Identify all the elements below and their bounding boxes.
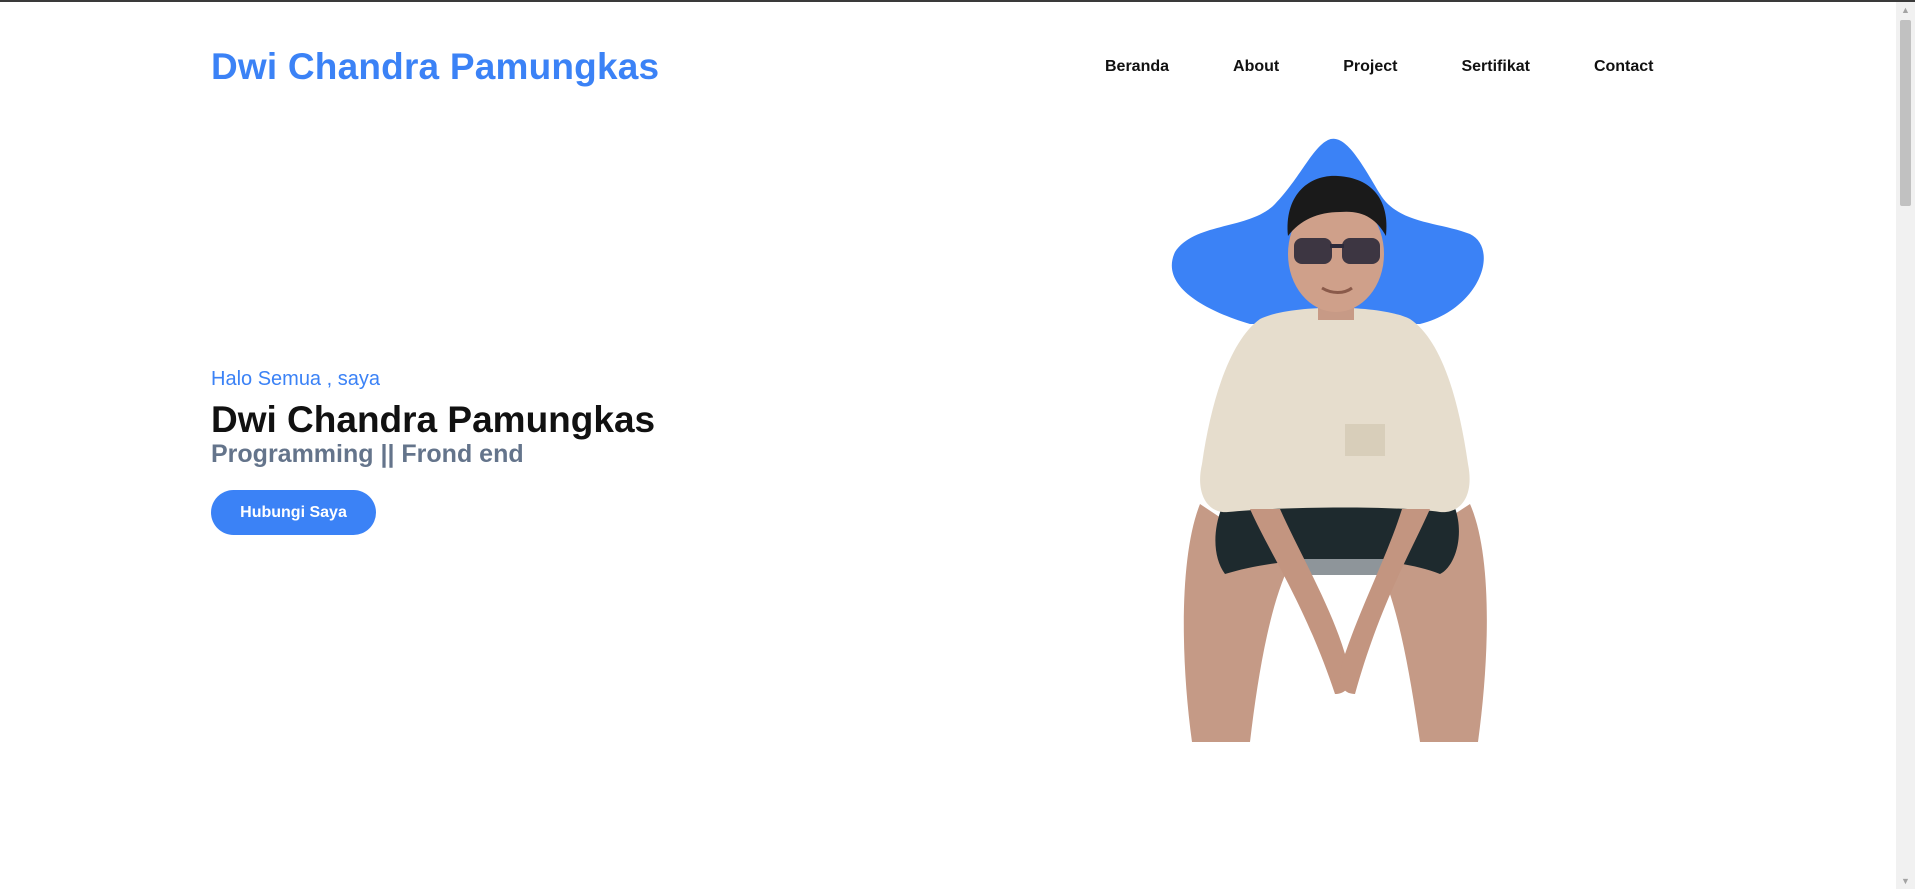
brand-logo-text[interactable]: Dwi Chandra Pamungkas bbox=[211, 46, 659, 88]
hero-portrait-illustration bbox=[1171, 138, 1487, 742]
scroll-up-icon[interactable]: ▲ bbox=[1896, 2, 1915, 18]
hero-greeting: Halo Semua , saya bbox=[211, 368, 380, 390]
page-scrollbar[interactable]: ▲ ▼ bbox=[1896, 2, 1915, 889]
hero-portrait-image bbox=[1140, 134, 1520, 744]
hero-name: Dwi Chandra Pamungkas bbox=[211, 399, 656, 440]
scrollbar-thumb[interactable] bbox=[1900, 20, 1911, 206]
nav-link-sertifikat[interactable]: Sertifikat bbox=[1461, 58, 1529, 76]
page: Dwi Chandra Pamungkas Beranda About Proj… bbox=[0, 2, 1896, 889]
nav-link-project[interactable]: Project bbox=[1343, 58, 1397, 76]
contact-me-button[interactable]: Hubungi Saya bbox=[211, 490, 376, 535]
nav-link-about[interactable]: About bbox=[1233, 58, 1279, 76]
hero-role: Programming || Frond end bbox=[211, 440, 524, 468]
nav-link-beranda[interactable]: Beranda bbox=[1105, 58, 1169, 76]
main-nav: Beranda About Project Sertifikat Contact bbox=[1105, 58, 1654, 76]
nav-link-contact[interactable]: Contact bbox=[1594, 58, 1654, 76]
scroll-down-icon[interactable]: ▼ bbox=[1896, 873, 1915, 889]
